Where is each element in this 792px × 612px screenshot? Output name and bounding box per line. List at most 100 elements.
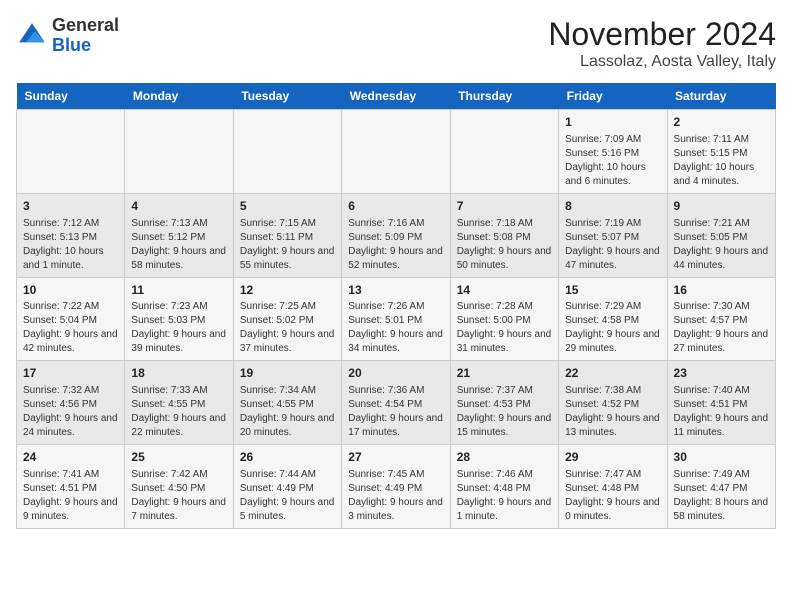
day-info: Sunrise: 7:15 AM Sunset: 5:11 PM Dayligh… xyxy=(240,217,335,273)
calendar-cell: 29 Sunrise: 7:47 AM Sunset: 4:48 PM Dayli… xyxy=(559,445,667,529)
day-number: 24 xyxy=(23,449,118,466)
calendar-cell: 17 Sunrise: 7:32 AM Sunset: 4:56 PM Dayli… xyxy=(17,361,125,445)
day-number: 22 xyxy=(565,365,660,382)
calendar-cell: 21 Sunrise: 7:37 AM Sunset: 4:53 PM Dayli… xyxy=(450,361,558,445)
day-info: Sunrise: 7:46 AM Sunset: 4:48 PM Dayligh… xyxy=(457,468,552,524)
day-number: 2 xyxy=(674,114,769,131)
day-info: Sunrise: 7:09 AM Sunset: 5:16 PM Dayligh… xyxy=(565,133,660,189)
calendar-cell: 16Sunrise: 7:30 AM Sunset: 4:57 PM Dayli… xyxy=(667,277,775,361)
day-header-thursday: Thursday xyxy=(450,83,558,110)
day-info: Sunrise: 7:44 AM Sunset: 4:49 PM Dayligh… xyxy=(240,468,335,524)
day-number: 26 xyxy=(240,449,335,466)
day-number: 7 xyxy=(457,198,552,215)
day-info: Sunrise: 7:26 AM Sunset: 5:01 PM Dayligh… xyxy=(348,300,443,356)
day-info: Sunrise: 7:36 AM Sunset: 4:54 PM Dayligh… xyxy=(348,384,443,440)
day-number: 27 xyxy=(348,449,443,466)
calendar-cell: 1 Sunrise: 7:09 AM Sunset: 5:16 PM Daylig… xyxy=(559,110,667,194)
day-number: 4 xyxy=(131,198,226,215)
calendar-cell: 4 Sunrise: 7:13 AM Sunset: 5:12 PM Daylig… xyxy=(125,193,233,277)
day-info: Sunrise: 7:19 AM Sunset: 5:07 PM Dayligh… xyxy=(565,217,660,273)
day-number: 23 xyxy=(674,365,769,382)
calendar-cell: 24 Sunrise: 7:41 AM Sunset: 4:51 PM Dayli… xyxy=(17,445,125,529)
calendar-cell: 13Sunrise: 7:26 AM Sunset: 5:01 PM Dayli… xyxy=(342,277,450,361)
calendar-cell: 26 Sunrise: 7:44 AM Sunset: 4:49 PM Dayli… xyxy=(233,445,341,529)
calendar-cell: 18 Sunrise: 7:33 AM Sunset: 4:55 PM Dayli… xyxy=(125,361,233,445)
day-info: Sunrise: 7:22 AM Sunset: 5:04 PM Dayligh… xyxy=(23,300,118,356)
calendar-cell: 25Sunrise: 7:42 AM Sunset: 4:50 PM Dayli… xyxy=(125,445,233,529)
calendar-cell: 23 Sunrise: 7:40 AM Sunset: 4:51 PM Dayli… xyxy=(667,361,775,445)
day-info: Sunrise: 7:30 AM Sunset: 4:57 PM Dayligh… xyxy=(674,300,769,356)
day-info: Sunrise: 7:40 AM Sunset: 4:51 PM Dayligh… xyxy=(674,384,769,440)
day-number: 30 xyxy=(674,449,769,466)
day-info: Sunrise: 7:23 AM Sunset: 5:03 PM Dayligh… xyxy=(131,300,226,356)
day-header-saturday: Saturday xyxy=(667,83,775,110)
calendar-cell xyxy=(450,110,558,194)
calendar-cell: 27 Sunrise: 7:45 AM Sunset: 4:49 PM Dayli… xyxy=(342,445,450,529)
calendar-table: SundayMondayTuesdayWednesdayThursdayFrid… xyxy=(16,83,776,529)
calendar-cell xyxy=(17,110,125,194)
day-info: Sunrise: 7:32 AM Sunset: 4:56 PM Dayligh… xyxy=(23,384,118,440)
day-number: 13 xyxy=(348,282,443,299)
day-number: 14 xyxy=(457,282,552,299)
logo-text: General Blue xyxy=(52,16,119,56)
day-number: 8 xyxy=(565,198,660,215)
calendar-week-4: 17 Sunrise: 7:32 AM Sunset: 4:56 PM Dayli… xyxy=(17,361,776,445)
day-number: 18 xyxy=(131,365,226,382)
day-number: 10 xyxy=(23,282,118,299)
calendar-week-2: 3 Sunrise: 7:12 AM Sunset: 5:13 PM Daylig… xyxy=(17,193,776,277)
day-number: 12 xyxy=(240,282,335,299)
day-info: Sunrise: 7:34 AM Sunset: 4:55 PM Dayligh… xyxy=(240,384,335,440)
calendar-cell: 14Sunrise: 7:28 AM Sunset: 5:00 PM Dayli… xyxy=(450,277,558,361)
day-info: Sunrise: 7:13 AM Sunset: 5:12 PM Dayligh… xyxy=(131,217,226,273)
calendar-cell: 10Sunrise: 7:22 AM Sunset: 5:04 PM Dayli… xyxy=(17,277,125,361)
calendar-cell: 2Sunrise: 7:11 AM Sunset: 5:15 PM Daylig… xyxy=(667,110,775,194)
day-number: 11 xyxy=(131,282,226,299)
day-info: Sunrise: 7:47 AM Sunset: 4:48 PM Dayligh… xyxy=(565,468,660,524)
day-number: 29 xyxy=(565,449,660,466)
day-info: Sunrise: 7:37 AM Sunset: 4:53 PM Dayligh… xyxy=(457,384,552,440)
calendar-week-5: 24 Sunrise: 7:41 AM Sunset: 4:51 PM Dayli… xyxy=(17,445,776,529)
day-number: 20 xyxy=(348,365,443,382)
logo: General Blue xyxy=(16,16,119,56)
day-number: 15 xyxy=(565,282,660,299)
logo-icon xyxy=(16,20,48,52)
day-info: Sunrise: 7:12 AM Sunset: 5:13 PM Dayligh… xyxy=(23,217,118,273)
calendar-cell: 5Sunrise: 7:15 AM Sunset: 5:11 PM Daylig… xyxy=(233,193,341,277)
calendar-cell: 6Sunrise: 7:16 AM Sunset: 5:09 PM Daylig… xyxy=(342,193,450,277)
day-number: 28 xyxy=(457,449,552,466)
day-info: Sunrise: 7:49 AM Sunset: 4:47 PM Dayligh… xyxy=(674,468,769,524)
calendar-cell: 9Sunrise: 7:21 AM Sunset: 5:05 PM Daylig… xyxy=(667,193,775,277)
calendar-cell xyxy=(342,110,450,194)
day-info: Sunrise: 7:29 AM Sunset: 4:58 PM Dayligh… xyxy=(565,300,660,356)
calendar-cell: 11Sunrise: 7:23 AM Sunset: 5:03 PM Dayli… xyxy=(125,277,233,361)
title-area: November 2024 Lassolaz, Aosta Valley, It… xyxy=(548,16,776,71)
day-number: 16 xyxy=(674,282,769,299)
calendar-body: 1 Sunrise: 7:09 AM Sunset: 5:16 PM Daylig… xyxy=(17,110,776,529)
location: Lassolaz, Aosta Valley, Italy xyxy=(548,53,776,71)
day-number: 1 xyxy=(565,114,660,131)
calendar-cell: 22Sunrise: 7:38 AM Sunset: 4:52 PM Dayli… xyxy=(559,361,667,445)
page-header: General Blue November 2024 Lassolaz, Aos… xyxy=(16,16,776,71)
calendar-week-3: 10Sunrise: 7:22 AM Sunset: 5:04 PM Dayli… xyxy=(17,277,776,361)
day-number: 3 xyxy=(23,198,118,215)
month-title: November 2024 xyxy=(548,16,776,53)
calendar-cell: 28 Sunrise: 7:46 AM Sunset: 4:48 PM Dayli… xyxy=(450,445,558,529)
day-number: 17 xyxy=(23,365,118,382)
calendar-cell: 8 Sunrise: 7:19 AM Sunset: 5:07 PM Daylig… xyxy=(559,193,667,277)
day-info: Sunrise: 7:42 AM Sunset: 4:50 PM Dayligh… xyxy=(131,468,226,524)
day-info: Sunrise: 7:21 AM Sunset: 5:05 PM Dayligh… xyxy=(674,217,769,273)
calendar-cell: 19Sunrise: 7:34 AM Sunset: 4:55 PM Dayli… xyxy=(233,361,341,445)
calendar-cell: 3 Sunrise: 7:12 AM Sunset: 5:13 PM Daylig… xyxy=(17,193,125,277)
day-number: 21 xyxy=(457,365,552,382)
header-row: SundayMondayTuesdayWednesdayThursdayFrid… xyxy=(17,83,776,110)
day-info: Sunrise: 7:41 AM Sunset: 4:51 PM Dayligh… xyxy=(23,468,118,524)
day-header-wednesday: Wednesday xyxy=(342,83,450,110)
day-info: Sunrise: 7:25 AM Sunset: 5:02 PM Dayligh… xyxy=(240,300,335,356)
day-info: Sunrise: 7:45 AM Sunset: 4:49 PM Dayligh… xyxy=(348,468,443,524)
calendar-cell: 7Sunrise: 7:18 AM Sunset: 5:08 PM Daylig… xyxy=(450,193,558,277)
calendar-cell xyxy=(233,110,341,194)
calendar-cell xyxy=(125,110,233,194)
calendar-cell: 12Sunrise: 7:25 AM Sunset: 5:02 PM Dayli… xyxy=(233,277,341,361)
day-info: Sunrise: 7:33 AM Sunset: 4:55 PM Dayligh… xyxy=(131,384,226,440)
day-header-monday: Monday xyxy=(125,83,233,110)
